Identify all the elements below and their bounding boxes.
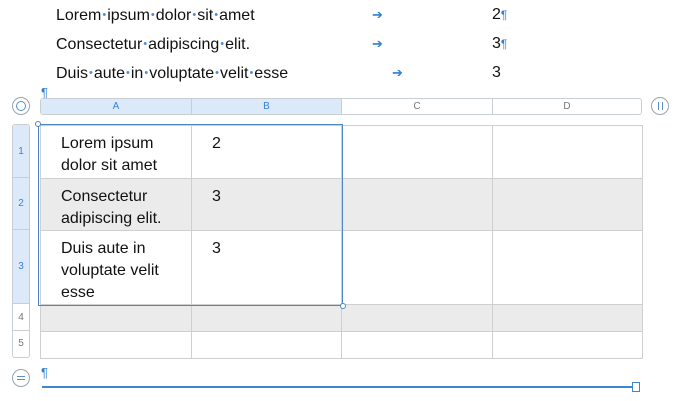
- pilcrow-icon: ¶: [500, 37, 508, 51]
- doc-line-number: 2¶: [492, 6, 508, 23]
- row-header-3[interactable]: 3: [13, 230, 29, 304]
- column-handle-icon: [658, 102, 663, 110]
- cell-c3[interactable]: [341, 230, 493, 305]
- add-row-handle[interactable]: [12, 369, 30, 387]
- cell-c1[interactable]: [341, 125, 493, 179]
- column-header-c[interactable]: C: [342, 99, 493, 114]
- table-row: [40, 331, 643, 359]
- pilcrow-icon: ¶: [41, 365, 48, 380]
- pilcrow-icon: ¶: [500, 8, 508, 22]
- selection-handle-bottom-right[interactable]: [340, 303, 346, 309]
- cell-a4[interactable]: [40, 304, 192, 332]
- table-grid: Lorem ipsum dolor sit amet 2 Consectetur…: [40, 125, 643, 359]
- column-header-d[interactable]: D: [493, 99, 641, 114]
- selection-handle-top-left[interactable]: [35, 121, 41, 127]
- cell-b4[interactable]: [191, 304, 342, 332]
- spreadsheet-table: Lorem ipsum dolor sit amet 2 Consectetur…: [40, 125, 643, 359]
- doc-line-1[interactable]: Lorem•ipsum•dolor•sit•amet ➔ 2¶: [56, 4, 616, 26]
- column-header-b[interactable]: B: [192, 99, 342, 114]
- tab-arrow-icon: ➔: [372, 36, 383, 51]
- column-header-a[interactable]: A: [41, 99, 192, 114]
- circle-icon: [16, 101, 26, 111]
- cell-d5[interactable]: [492, 331, 643, 359]
- select-table-button[interactable]: [12, 97, 30, 115]
- cell-b2[interactable]: 3: [191, 178, 342, 231]
- doc-line-2[interactable]: Consectetur•adipiscing•elit. ➔ 3¶: [56, 33, 616, 55]
- cell-d1[interactable]: [492, 125, 643, 179]
- row-header-1[interactable]: 1: [13, 125, 29, 178]
- doc-line-number: 3¶: [492, 35, 508, 52]
- tab-arrow-icon: ➔: [392, 65, 403, 80]
- row-header-2[interactable]: 2: [13, 178, 29, 230]
- row-header-4[interactable]: 4: [13, 304, 29, 331]
- page-break-icon: [632, 382, 640, 392]
- cell-b3[interactable]: 3: [191, 230, 342, 305]
- column-headers: A B C D: [40, 98, 642, 115]
- tab-arrow-icon: ➔: [372, 7, 383, 22]
- row-headers: 1 2 3 4 5: [12, 124, 30, 358]
- doc-line-text: Consectetur•adipiscing•elit.: [56, 36, 251, 53]
- table-row: Lorem ipsum dolor sit amet 2: [40, 125, 643, 179]
- row-handle-icon: [17, 376, 25, 380]
- cell-a1[interactable]: Lorem ipsum dolor sit amet: [40, 125, 192, 179]
- cell-d4[interactable]: [492, 304, 643, 332]
- cell-c2[interactable]: [341, 178, 493, 231]
- doc-line-3[interactable]: Duis•aute•in•voluptate•velit•esse ➔ 3: [56, 62, 616, 84]
- cell-d2[interactable]: [492, 178, 643, 231]
- doc-line-number: 3: [492, 64, 501, 81]
- add-column-handle[interactable]: [651, 97, 669, 115]
- doc-line-text: Lorem•ipsum•dolor•sit•amet: [56, 7, 255, 24]
- table-row: Duis aute in voluptate velit esse 3: [40, 230, 643, 305]
- cell-a2[interactable]: Consectetur adipiscing elit.: [40, 178, 192, 231]
- table-row: Consectetur adipiscing elit. 3: [40, 178, 643, 231]
- cell-a5[interactable]: [40, 331, 192, 359]
- doc-line-text: Duis•aute•in•voluptate•velit•esse: [56, 65, 289, 82]
- cell-b1[interactable]: 2: [191, 125, 342, 179]
- cell-b5[interactable]: [191, 331, 342, 359]
- cell-c5[interactable]: [341, 331, 493, 359]
- row-header-5[interactable]: 5: [13, 331, 29, 357]
- page-break-line: [42, 386, 636, 388]
- cell-a3[interactable]: Duis aute in voluptate velit esse: [40, 230, 192, 305]
- cell-c4[interactable]: [341, 304, 493, 332]
- cell-d3[interactable]: [492, 230, 643, 305]
